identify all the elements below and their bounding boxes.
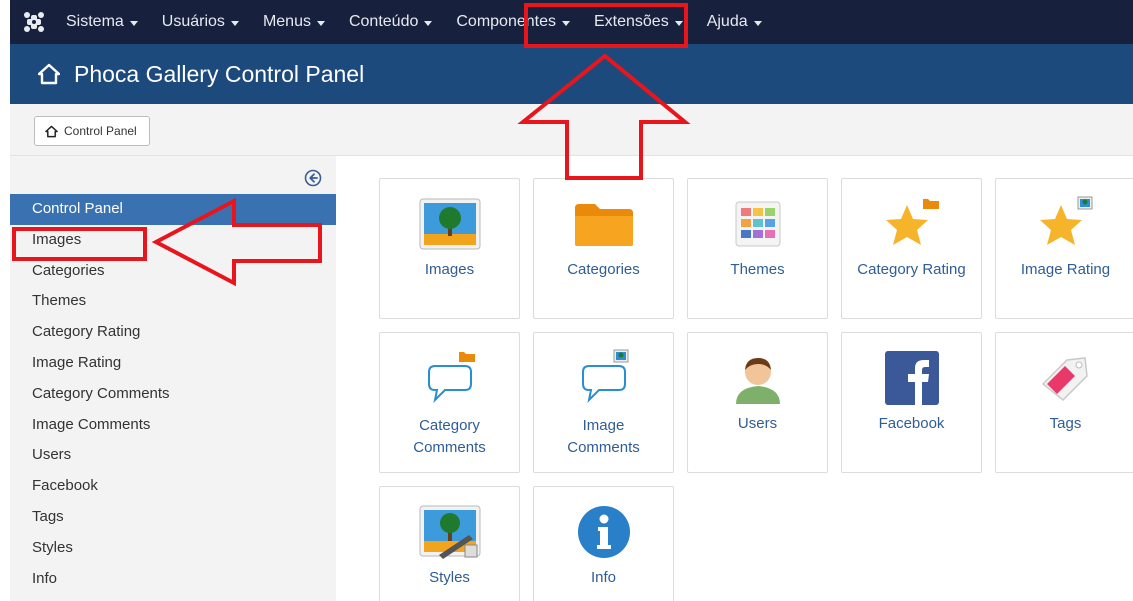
sidebar-item-tags[interactable]: Tags — [10, 502, 336, 533]
sidebar-item-image-rating[interactable]: Image Rating — [10, 348, 336, 379]
tile-category-rating[interactable]: Category Rating — [841, 178, 982, 319]
star-image-icon — [996, 193, 1133, 255]
menu-sistema[interactable]: Sistema — [54, 0, 150, 44]
tile-facebook[interactable]: Facebook — [841, 332, 982, 473]
menu-label: Conteúdo — [348, 13, 419, 30]
tile-label: Categories — [567, 261, 640, 278]
tile-label: Category Comments — [413, 417, 486, 456]
sidebar-item-themes[interactable]: Themes — [10, 286, 336, 317]
tile-info[interactable]: Info — [533, 486, 674, 601]
tile-label: Image Rating — [1020, 261, 1111, 278]
sidebar: Control Panel Images Categories Themes C… — [10, 156, 336, 601]
home-icon — [45, 125, 58, 137]
menu-label: Extensões — [593, 13, 669, 30]
tile-label: Themes — [730, 261, 785, 278]
tile-users[interactable]: Users — [687, 332, 828, 473]
caret-down-icon — [674, 20, 683, 26]
themes-grid-icon — [688, 193, 827, 255]
tile-tags[interactable]: Tags — [995, 332, 1133, 473]
toolbar: Control Panel — [10, 104, 1133, 156]
sidebar-item-styles[interactable]: Styles — [10, 533, 336, 564]
tile-image-comments[interactable]: Image Comments — [533, 332, 674, 473]
caret-down-icon — [561, 20, 570, 26]
page-title: Phoca Gallery Control Panel — [74, 60, 365, 87]
caret-down-icon — [753, 20, 762, 26]
title-bar: Phoca Gallery Control Panel — [10, 44, 1133, 104]
menu-label: Menus — [262, 13, 311, 30]
star-folder-icon — [842, 193, 981, 255]
tile-images[interactable]: Images — [379, 178, 520, 319]
sidebar-item-categories[interactable]: Categories — [10, 256, 336, 287]
tile-label: Category Rating — [857, 261, 966, 278]
menu-extensoes[interactable]: Extensões — [582, 0, 695, 44]
facebook-icon — [842, 347, 981, 409]
menu-conteudo[interactable]: Conteúdo — [337, 0, 444, 44]
menu-usuarios[interactable]: Usuários — [150, 0, 251, 44]
image-icon — [380, 193, 519, 255]
sidebar-item-image-comments[interactable]: Image Comments — [10, 410, 336, 441]
menu-label: Sistema — [66, 13, 124, 30]
tile-label: Tags — [1049, 415, 1082, 432]
tag-icon — [996, 347, 1133, 409]
menu-label: Usuários — [161, 13, 225, 30]
tile-category-comments[interactable]: Category Comments — [379, 332, 520, 473]
info-icon — [534, 501, 673, 563]
control-panel-button-label: Control Panel — [64, 124, 137, 138]
menu-menus[interactable]: Menus — [251, 0, 337, 44]
comment-folder-icon — [380, 347, 519, 409]
caret-down-icon — [129, 20, 138, 26]
sidebar-item-info[interactable]: Info — [10, 564, 336, 595]
styles-icon — [380, 501, 519, 563]
sidebar-item-images[interactable]: Images — [10, 225, 336, 256]
tile-label: Info — [590, 569, 617, 586]
sidebar-item-facebook[interactable]: Facebook — [10, 471, 336, 502]
sidebar-menu: Control Panel Images Categories Themes C… — [10, 194, 336, 594]
home-icon — [38, 63, 60, 85]
sidebar-item-control-panel[interactable]: Control Panel — [10, 194, 336, 225]
tile-label: Image Comments — [567, 417, 640, 456]
tile-label: Images — [424, 261, 475, 278]
menu-componentes[interactable]: Componentes — [444, 0, 582, 44]
tile-categories[interactable]: Categories — [533, 178, 674, 319]
joomla-logo-icon[interactable] — [14, 0, 54, 44]
menu-label: Ajuda — [706, 13, 748, 30]
sidebar-item-category-comments[interactable]: Category Comments — [10, 379, 336, 410]
menu-label: Componentes — [456, 13, 556, 30]
sidebar-item-category-rating[interactable]: Category Rating — [10, 317, 336, 348]
comment-image-icon — [534, 347, 673, 409]
main-menu: Sistema Usuários Menus Conteúdo Componen… — [54, 0, 774, 44]
tile-image-rating[interactable]: Image Rating — [995, 178, 1133, 319]
sidebar-item-users[interactable]: Users — [10, 440, 336, 471]
caret-down-icon — [230, 20, 239, 26]
tile-themes[interactable]: Themes — [687, 178, 828, 319]
collapse-sidebar-icon[interactable] — [304, 169, 322, 187]
tile-label: Styles — [429, 569, 470, 586]
tile-label: Facebook — [878, 415, 945, 432]
caret-down-icon — [424, 20, 433, 26]
user-icon — [688, 347, 827, 409]
caret-down-icon — [316, 20, 325, 26]
folder-icon — [534, 193, 673, 255]
tile-styles[interactable]: Styles — [379, 486, 520, 601]
top-navbar: Sistema Usuários Menus Conteúdo Componen… — [10, 0, 1133, 44]
menu-ajuda[interactable]: Ajuda — [695, 0, 774, 44]
tile-label: Users — [737, 415, 778, 432]
control-panel-button[interactable]: Control Panel — [34, 116, 150, 146]
